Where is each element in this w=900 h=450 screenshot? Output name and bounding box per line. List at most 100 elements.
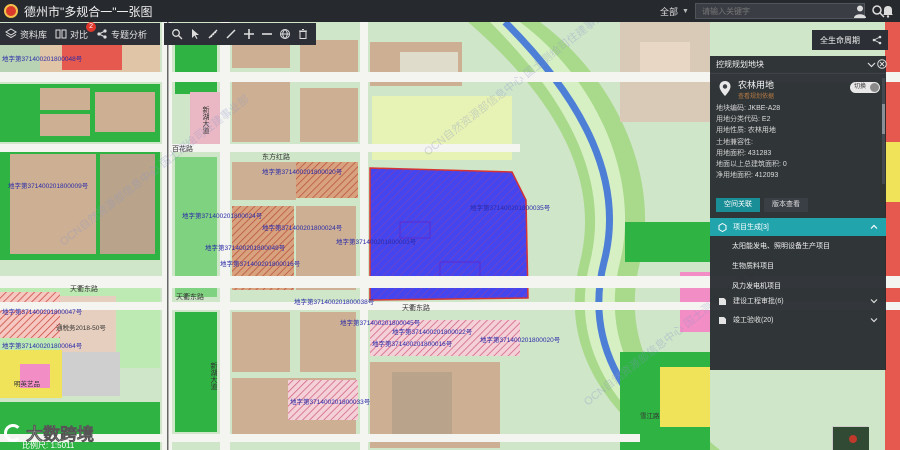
zoom-in-icon[interactable] [243,28,255,40]
attribute-value: 431283 [747,149,772,157]
panel-tabs: 空间关联 版本查看 [716,198,812,212]
share-icon [872,35,882,45]
topic-analysis-button[interactable]: 专题分析 [96,28,147,41]
document-icon [719,316,726,324]
minimap-image [833,427,869,450]
draw-line-icon[interactable] [225,28,237,40]
attribute-key: 用地分类代码: [716,116,760,124]
lifecycle-button[interactable]: 全生命周期 [812,30,888,50]
parcel-label[interactable]: 地字第371400201800016号 [220,258,300,268]
chevron-down-icon [870,318,878,323]
chevron-up-icon [870,224,878,229]
land-name-row: 农林用地 查看规划依据 [716,78,774,100]
globe-icon[interactable] [279,28,291,40]
parcel-label[interactable]: 地字第371400201800048号 [2,53,82,63]
section-project-generation[interactable]: 项目生成[3] [710,218,886,236]
project-item[interactable]: 太阳能发电、照明设备生产项目 [732,241,830,251]
parcel-label[interactable]: 地字第371400201800047号 [2,306,82,316]
panel-title: 控规规划地块 [716,60,764,69]
layers-label: 资料库 [20,29,48,40]
section-label: 项目生成[3] [733,224,769,231]
lifecycle-label: 全生命周期 [820,35,860,45]
attribute-value: 0 [782,160,787,168]
parcel-info-panel: 控规规划地块 农林用地 查看规划依据 切换 地块编码: JKBE-A28 用地分… [710,56,887,370]
attribute-value: JKBE-A28 [747,105,781,112]
switch-toggle[interactable]: 切换 [850,82,880,93]
section-label: 竣工验收(20) [733,317,774,324]
switch-toggle-label: 切换 [854,84,867,90]
map-tools [164,23,317,45]
toolbar: 资料库 对比 2 专题分析 [0,21,317,45]
attribute-value: 农林用地 [747,127,776,135]
brand-logo-icon [4,423,22,442]
attribute-row: 净用地面积: 412093 [716,170,787,181]
pointer-icon[interactable] [189,28,201,40]
zoom-out-icon[interactable] [261,28,273,40]
app-title: 德州市"多规合一"一张图 [24,4,153,19]
chevron-down-icon [870,299,878,304]
measure-icon[interactable] [207,28,219,40]
tab-spatial-relation[interactable]: 空间关联 [716,198,760,212]
app-logo-icon [4,4,18,18]
parcel-label[interactable]: 地字第371400201800024号 [262,222,342,232]
attribute-row: 用地面积: 431283 [716,148,787,159]
attribute-key: 净用地面积: [716,172,753,180]
user-icon[interactable] [852,3,868,19]
tab-version-view[interactable]: 版本查看 [764,198,808,212]
parcel-label[interactable]: 地字第371400201800035号 [470,202,550,212]
attribute-value: 412093 [754,172,779,180]
top-bar: 德州市"多规合一"一张图 全部 ▼ [0,0,900,22]
attribute-row: 地面以上总建筑面积: 0 [716,159,787,170]
parcel-label[interactable]: 地字第371400201800064号 [2,340,82,350]
document-icon [719,297,726,305]
attribute-row: 用地性质: 农林用地 [716,125,787,136]
layers-button[interactable]: 资料库 [5,28,47,41]
search-scope-select[interactable]: 全部 [660,5,678,18]
search-input[interactable] [694,3,865,19]
chevron-down-icon[interactable]: ▼ [682,8,689,15]
notification-icon[interactable] [880,3,896,19]
overview-minimap[interactable] [832,426,869,450]
attribute-key: 地面以上总建筑面积: [716,160,781,168]
compare-count-badge: 2 [86,21,97,32]
attribute-key: 土地兼容性: [716,138,753,146]
land-use-name: 农林用地 [738,80,775,90]
section-completion-acceptance[interactable]: 竣工验收(20) [710,311,886,329]
layers-icon [5,28,17,39]
compare-label: 对比 [70,29,89,40]
attribute-row: 土地兼容性: [716,137,787,148]
attribute-key: 用地性质: [716,127,746,135]
road-label: 雪江路 [640,413,660,420]
parcel-label[interactable]: 地字第371400201800038号 [294,296,374,306]
parcel-label[interactable]: 地字第371400201800049号 [205,242,285,252]
parcel-label[interactable]: 地字第371400201800009号 [8,180,88,190]
attribute-value: E2 [761,116,771,124]
share-nodes-icon [97,29,107,39]
search-icon[interactable] [171,28,183,40]
project-item[interactable]: 风力发电机项目 [732,281,781,291]
poi-label: 明英艺品 [14,381,40,388]
panel-scrollbar[interactable] [882,78,885,184]
compare-button[interactable]: 对比 2 [55,21,97,41]
attribute-row: 用地分类代码: E2 [716,114,787,125]
parcel-label[interactable]: 地字第371400201800016号 [372,338,452,348]
trash-icon[interactable] [297,28,309,40]
attribute-row: 地块编码: JKBE-A28 [716,103,787,114]
section-construction-approval[interactable]: 建设工程审批(6) [710,292,886,310]
close-icon[interactable] [877,59,887,69]
topic-analysis-label: 专题分析 [111,29,148,40]
compare-icon [55,29,67,39]
project-item[interactable]: 生物质料项目 [732,261,774,271]
attribute-key: 用地面积: [716,149,746,157]
parcel-label[interactable]: 地字第371400201800024号 [182,210,262,220]
parcel-label[interactable]: 地字第371400201800022号 [392,326,472,336]
section-label: 建设工程审批(6) [733,298,784,305]
planning-basis-link[interactable]: 查看规划依据 [738,91,774,100]
attribute-key: 地块编码: [716,105,746,112]
parcel-label[interactable]: 地字第371400201800003号 [336,236,416,246]
attribute-list: 地块编码: JKBE-A28 用地分类代码: E2 用地性质: 农林用地 土地兼… [716,103,787,181]
parcel-label[interactable]: 地字第371400201800020号 [262,166,342,176]
parcel-label[interactable]: 地字第371400201800020号 [480,334,560,344]
parcel-label[interactable]: 地字第371400201800033号 [290,396,370,406]
chevron-down-icon[interactable] [867,60,876,69]
